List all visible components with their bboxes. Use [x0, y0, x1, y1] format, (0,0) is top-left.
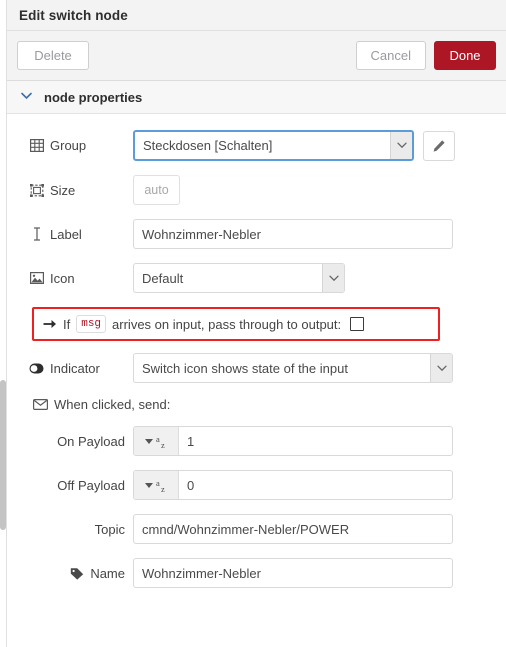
chevron-down-icon	[21, 92, 32, 103]
properties-form: Group Steckdosen [Schalten] Size auto La…	[7, 114, 506, 588]
pencil-icon	[432, 138, 447, 153]
indicator-row: Indicator Switch icon shows state of the…	[7, 353, 506, 383]
chevron-down-icon	[322, 264, 344, 292]
off-payload-type-button[interactable]: az	[134, 471, 179, 499]
msg-chip: msg	[76, 315, 107, 333]
passthrough-text-before: If	[63, 316, 71, 332]
name-row: Name	[7, 558, 506, 588]
az-string-icon: az	[156, 433, 165, 450]
icon-label: Icon	[50, 270, 75, 286]
cancel-button[interactable]: Cancel	[355, 41, 426, 70]
name-label-wrap: Name	[29, 566, 133, 581]
on-payload-field[interactable]: az 1	[133, 426, 453, 456]
group-row: Group Steckdosen [Schalten]	[7, 130, 506, 161]
on-payload-type-button[interactable]: az	[134, 427, 179, 455]
group-select-value: Steckdosen [Schalten]	[143, 138, 273, 153]
size-label: Size	[50, 182, 76, 198]
object-group-icon	[29, 183, 44, 198]
size-label-wrap: Size	[29, 183, 133, 198]
dialog-titlebar: Edit switch node	[7, 0, 506, 31]
icon-select-value: Default	[142, 270, 184, 286]
label-input[interactable]	[133, 219, 453, 249]
group-label: Group	[50, 138, 87, 153]
when-clicked-label: When clicked, send:	[54, 397, 171, 412]
passthrough-highlight-box: If msg arrives on input, pass through to…	[32, 307, 440, 341]
passthrough-checkbox[interactable]	[350, 317, 365, 331]
on-payload-value: 1	[187, 433, 195, 449]
when-clicked-row: When clicked, send:	[7, 397, 506, 412]
topic-label: Topic	[94, 521, 125, 537]
done-button[interactable]: Done	[434, 41, 496, 70]
size-row: Size auto	[7, 175, 506, 205]
name-label: Name	[90, 565, 125, 581]
az-string-icon: az	[156, 477, 165, 494]
indicator-label: Indicator	[50, 360, 100, 376]
caret-down-icon	[145, 482, 153, 488]
caret-down-icon	[145, 438, 153, 444]
label-label-wrap: Label	[29, 227, 133, 242]
icon-row: Icon Default	[7, 263, 506, 293]
icon-select[interactable]: Default	[133, 263, 345, 293]
topic-input[interactable]	[133, 514, 453, 544]
indicator-select-value: Switch icon shows state of the input	[142, 360, 348, 376]
dialog-toolbar: Delete Cancel Done	[7, 31, 506, 81]
group-label-wrap: Group	[29, 138, 133, 153]
off-payload-label: Off Payload	[57, 477, 125, 493]
text-cursor-icon	[29, 227, 44, 242]
table-icon	[29, 138, 44, 153]
off-payload-row: Off Payload az 0	[7, 470, 506, 500]
arrow-right-icon	[42, 317, 57, 332]
dialog-title: Edit switch node	[19, 7, 128, 23]
page-scrollbar-thumb[interactable]	[0, 380, 6, 530]
chevron-down-icon	[430, 354, 452, 382]
label-row: Label	[7, 219, 506, 249]
image-icon	[29, 271, 44, 286]
topic-row: Topic	[7, 514, 506, 544]
edit-dialog: Edit switch node Delete Cancel Done node…	[7, 0, 506, 647]
delete-button[interactable]: Delete	[17, 41, 89, 70]
indicator-label-wrap: Indicator	[29, 361, 133, 376]
icon-label-wrap: Icon	[29, 271, 133, 286]
passthrough-row: If msg arrives on input, pass through to…	[7, 307, 506, 341]
on-payload-row: On Payload az 1	[7, 426, 506, 456]
group-select[interactable]: Steckdosen [Schalten]	[133, 130, 414, 161]
name-input[interactable]	[133, 558, 453, 588]
off-payload-field[interactable]: az 0	[133, 470, 453, 500]
on-payload-label: On Payload	[57, 433, 125, 449]
off-payload-value: 0	[187, 477, 195, 493]
envelope-icon	[33, 397, 48, 412]
toggle-on-icon	[29, 361, 44, 376]
tag-icon	[69, 566, 84, 581]
indicator-select[interactable]: Switch icon shows state of the input	[133, 353, 453, 383]
label-label: Label	[50, 226, 82, 242]
page-scrollbar[interactable]	[0, 0, 7, 647]
size-button[interactable]: auto	[133, 175, 180, 205]
chevron-down-icon	[390, 132, 412, 159]
edit-group-button[interactable]	[423, 130, 455, 161]
node-properties-section-header[interactable]: node properties	[7, 81, 506, 114]
section-title: node properties	[44, 89, 143, 105]
passthrough-text-after: arrives on input, pass through to output…	[112, 316, 342, 332]
